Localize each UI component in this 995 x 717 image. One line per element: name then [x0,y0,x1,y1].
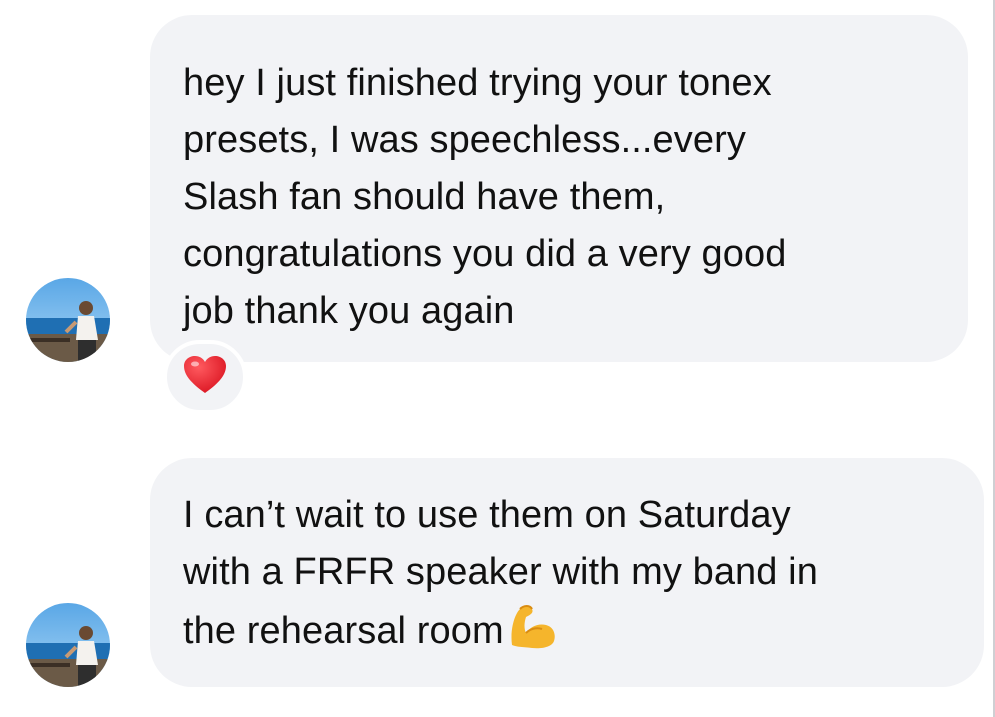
flexed-biceps-icon [506,601,558,666]
message-bubble[interactable]: hey I just finished trying your tonex pr… [150,15,968,362]
message-text: I can’t wait to use them on Saturday wit… [183,494,818,652]
message-text: hey I just finished trying your tonex pr… [183,62,787,332]
reaction-badge[interactable] [163,340,247,414]
chat-thread: hey I just finished trying your tonex pr… [0,0,995,717]
sender-avatar[interactable] [26,278,110,362]
heart-icon [183,355,227,400]
message-bubble[interactable]: I can’t wait to use them on Saturday wit… [150,458,984,687]
sender-avatar[interactable] [26,603,110,687]
